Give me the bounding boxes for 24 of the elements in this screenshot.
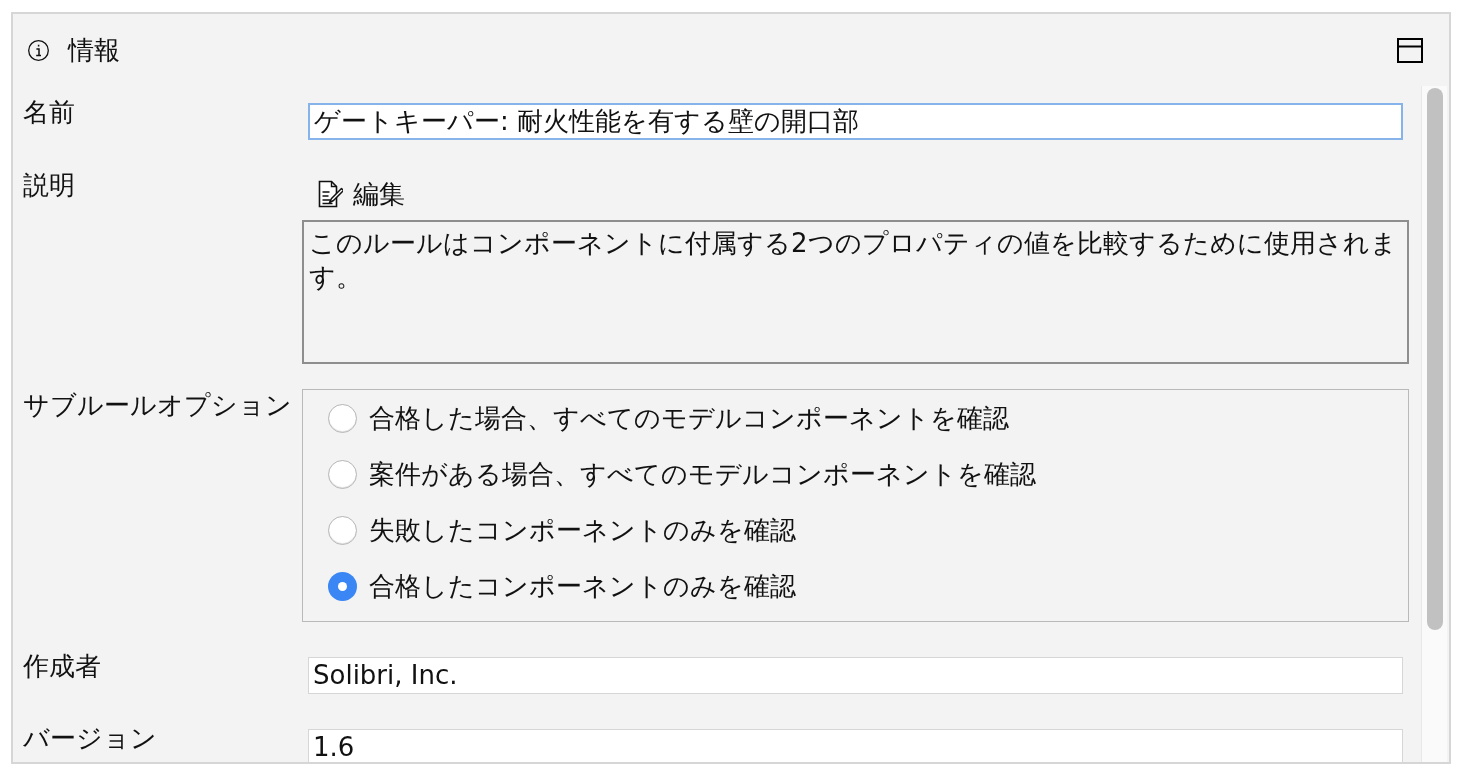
radio-button[interactable] <box>328 403 357 433</box>
scrollbar-thumb[interactable] <box>1426 88 1443 630</box>
edit-button[interactable]: 編集 <box>318 178 405 210</box>
text-input[interactable]: 1.6 <box>308 729 1403 762</box>
field-label: バージョン <box>23 723 157 753</box>
field-label: 名前 <box>23 97 75 127</box>
field-label: サブルールオプション <box>23 390 292 420</box>
scrollbar[interactable] <box>1421 86 1447 762</box>
radio-button[interactable] <box>328 459 357 489</box>
radio-option-label[interactable]: 合格した場合、すべてのモデルコンポーネントを確認 <box>369 403 1009 433</box>
description-text-area[interactable]: このルールはコンポーネントに付属する2つのプロパティの値を比較するために使用されます。 <box>302 220 1409 364</box>
field-label: 説明 <box>23 170 75 200</box>
text-input[interactable]: ゲートキーパー: 耐火性能を有する壁の開口部 <box>308 103 1403 140</box>
panel-title: 情報 <box>68 35 120 65</box>
radio-button[interactable] <box>328 571 357 601</box>
radio-option-label[interactable]: 失敗したコンポーネントのみを確認 <box>369 515 796 545</box>
radio-option-label[interactable]: 案件がある場合、すべてのモデルコンポーネントを確認 <box>369 459 1036 489</box>
radio-option-label[interactable]: 合格したコンポーネントのみを確認 <box>369 571 796 601</box>
text-input[interactable]: Solibri, Inc. <box>308 657 1403 694</box>
radio-button[interactable] <box>328 515 357 545</box>
maximize-icon[interactable] <box>1397 37 1423 63</box>
info-icon <box>28 39 49 61</box>
field-label: 作成者 <box>23 651 101 681</box>
edit-icon <box>318 180 343 208</box>
